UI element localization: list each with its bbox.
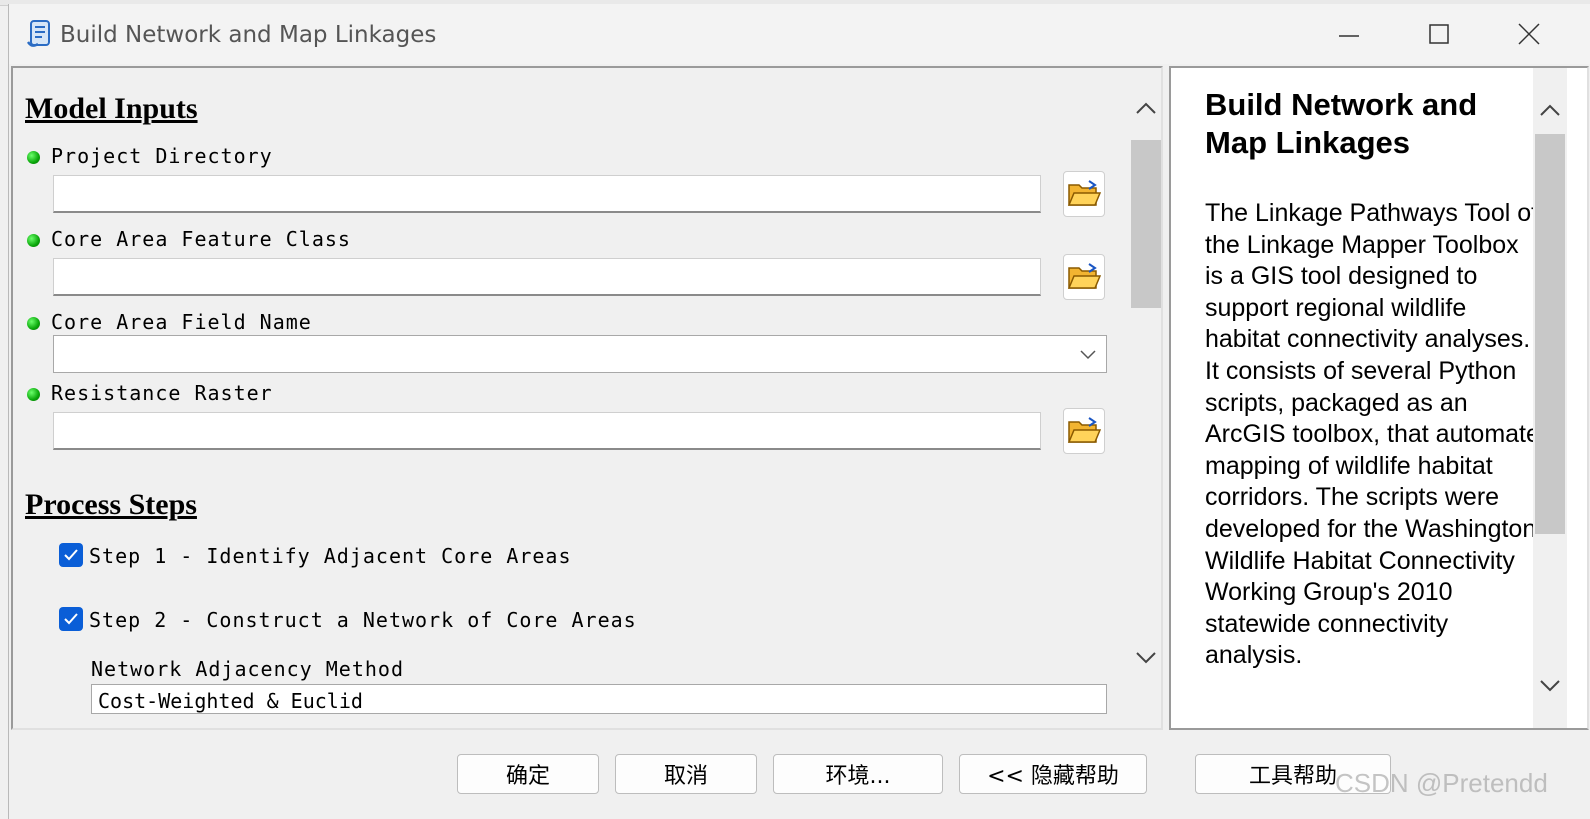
network-adjacency-method-dropdown[interactable]: Cost-Weighted & Euclid — [91, 684, 1107, 714]
form-vertical-scrollbar[interactable] — [1129, 96, 1161, 676]
project-directory-input[interactable] — [53, 175, 1041, 213]
help-vertical-scrollbar[interactable] — [1533, 68, 1567, 728]
button-bar: 确定 取消 环境... << 隐藏帮助 工具帮助 CSDN @Pretendd — [9, 730, 1590, 819]
chevron-up-icon[interactable] — [1133, 96, 1159, 122]
scrollbar-thumb[interactable] — [1535, 134, 1565, 534]
browse-project-directory-button[interactable] — [1063, 171, 1105, 217]
help-title: Build Network and Map Linkages — [1205, 87, 1478, 160]
ok-button[interactable]: 确定 — [457, 754, 599, 794]
core-area-field-name-dropdown[interactable] — [53, 335, 1107, 373]
step-1-checkbox[interactable] — [59, 543, 83, 567]
maximize-icon[interactable] — [1419, 14, 1459, 54]
required-dot-icon — [27, 388, 40, 401]
checkmark-icon — [64, 613, 78, 625]
parameters-panel: Model Inputs Project Directory Core Area… — [11, 66, 1163, 730]
environments-button[interactable]: 环境... — [773, 754, 943, 794]
open-folder-icon — [1067, 180, 1101, 206]
core-area-field-name-label: Core Area Field Name — [51, 310, 312, 334]
required-dot-icon — [27, 151, 40, 164]
required-dot-icon — [27, 317, 40, 330]
core-area-feature-class-label: Core Area Feature Class — [51, 227, 351, 251]
help-panel: Build Network and Map Linkages The Linka… — [1169, 66, 1589, 730]
watermark: CSDN @Pretendd — [1335, 768, 1548, 798]
step-1-label: Step 1 - Identify Adjacent Core Areas — [89, 544, 572, 568]
model-inputs-heading: Model Inputs — [25, 92, 198, 125]
resistance-raster-label: Resistance Raster — [51, 381, 273, 405]
required-dot-icon — [27, 234, 40, 247]
step-2-label: Step 2 - Construct a Network of Core Are… — [89, 608, 637, 632]
chevron-down-icon — [1080, 350, 1096, 360]
open-folder-icon — [1067, 417, 1101, 443]
checkmark-icon — [64, 549, 78, 561]
browse-core-area-feature-class-button[interactable] — [1063, 254, 1105, 300]
chevron-up-icon[interactable] — [1537, 98, 1563, 124]
dialog-window: Build Network and Map Linkages Model Inp… — [8, 4, 1590, 819]
title-bar: Build Network and Map Linkages — [9, 4, 1590, 64]
close-icon[interactable] — [1509, 14, 1549, 54]
hide-help-button[interactable]: << 隐藏帮助 — [959, 754, 1147, 794]
chevron-down-icon[interactable] — [1537, 672, 1563, 698]
browse-resistance-raster-button[interactable] — [1063, 408, 1105, 454]
process-steps-heading: Process Steps — [25, 488, 197, 521]
cancel-button[interactable]: 取消 — [615, 754, 757, 794]
project-directory-label: Project Directory — [51, 144, 273, 168]
open-folder-icon — [1067, 263, 1101, 289]
script-tool-icon — [26, 20, 50, 47]
network-adjacency-method-label: Network Adjacency Method — [91, 657, 404, 681]
step-2-checkbox[interactable] — [59, 607, 83, 631]
scrollbar-thumb[interactable] — [1131, 140, 1161, 308]
minimize-icon[interactable] — [1329, 14, 1369, 54]
network-adjacency-method-value: Cost-Weighted & Euclid — [98, 689, 363, 713]
help-body: The Linkage Pathways Tool of the Linkage… — [1205, 199, 1540, 670]
core-area-feature-class-input[interactable] — [53, 258, 1041, 296]
chevron-down-icon[interactable] — [1133, 644, 1159, 670]
resistance-raster-input[interactable] — [53, 412, 1041, 450]
window-title: Build Network and Map Linkages — [60, 22, 437, 48]
